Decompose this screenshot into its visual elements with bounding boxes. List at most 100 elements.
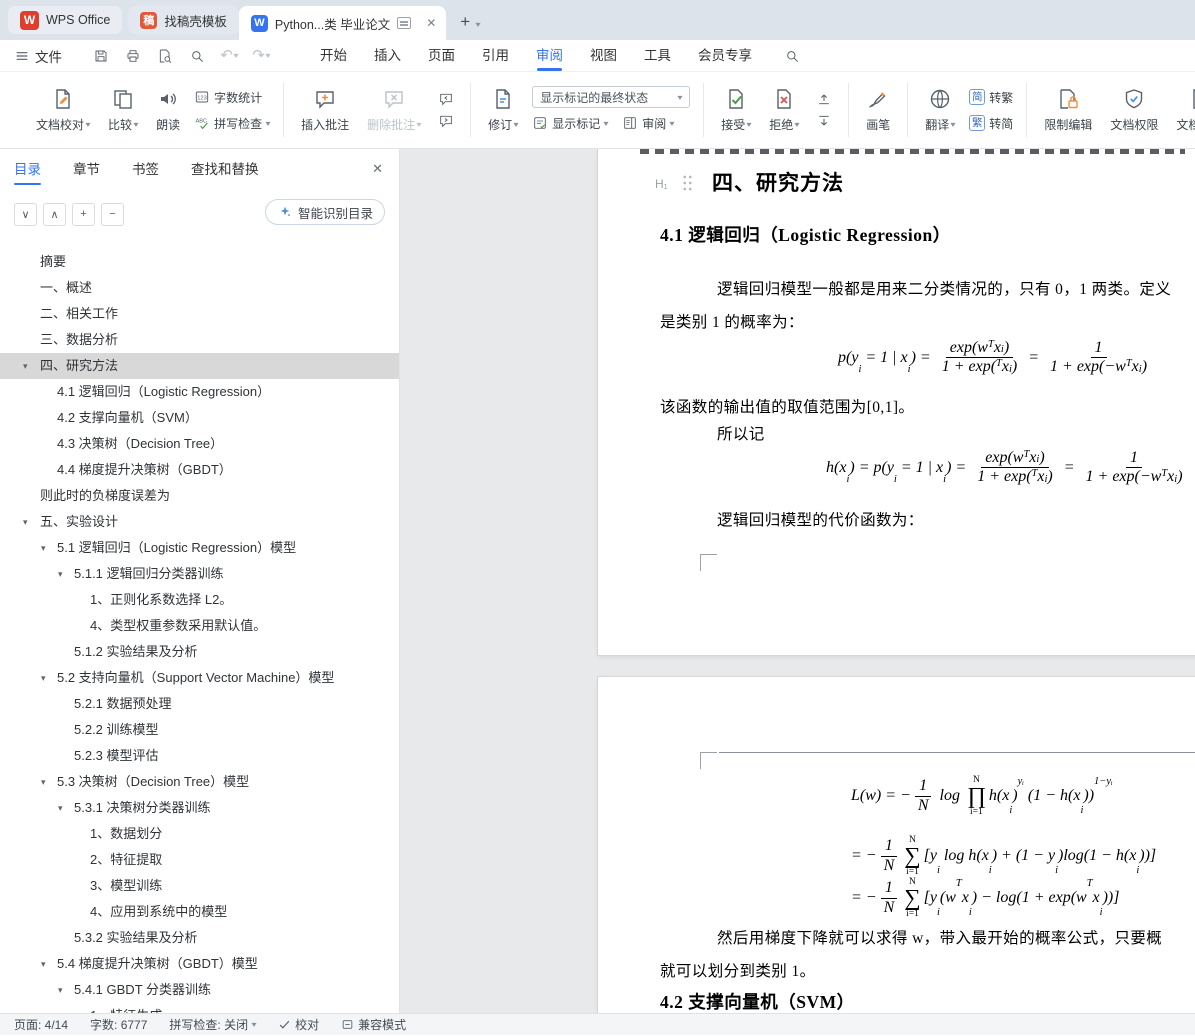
- menu-tab-view[interactable]: 视图: [590, 40, 617, 72]
- toc-item[interactable]: 4.1 逻辑回归（Logistic Regression）: [0, 379, 399, 405]
- document-page-1[interactable]: H₁ 四、研究方法 4.1 逻辑回归（Logistic Regression） …: [598, 149, 1195, 655]
- doc-finalize-button[interactable]: 文档定稿: [1168, 83, 1195, 137]
- print-button[interactable]: [120, 45, 146, 67]
- translate-button[interactable]: 翻译 ▾: [917, 83, 963, 137]
- toc-expand-arrow[interactable]: ▾: [41, 951, 46, 977]
- doc-permission-button[interactable]: 文档权限: [1102, 83, 1166, 137]
- tab-wps-home[interactable]: W WPS Office: [8, 6, 123, 34]
- toc-item[interactable]: 则此时的负梯度误差为: [0, 483, 399, 509]
- toc-item[interactable]: 4.3 决策树（Decision Tree）: [0, 431, 399, 457]
- redo-button[interactable]: ↷ ▾: [248, 45, 274, 67]
- word-count-button[interactable]: 字数统计: [194, 86, 270, 108]
- smart-toc-button[interactable]: 智能识别目录: [264, 199, 385, 225]
- toc-expand-arrow[interactable]: ▾: [58, 561, 63, 587]
- toc-item[interactable]: 4.4 梯度提升决策树（GBDT）: [0, 457, 399, 483]
- drag-handle-icon[interactable]: [682, 174, 693, 191]
- status-page-indicator[interactable]: 页面: 4/14: [14, 1016, 68, 1033]
- menu-tab-start[interactable]: 开始: [320, 40, 347, 72]
- toc-item[interactable]: ▾ 5.1.1 逻辑回归分类器训练: [0, 561, 399, 587]
- menu-tab-page[interactable]: 页面: [428, 40, 455, 72]
- traditional-to-simplified-button[interactable]: 繁 转简: [969, 112, 1013, 134]
- restrict-editing-button[interactable]: 限制编辑: [1036, 83, 1100, 137]
- tab-close-button[interactable]: ✕: [424, 16, 438, 30]
- toc-item[interactable]: 5.1.2 实验结果及分析: [0, 639, 399, 665]
- toc-item[interactable]: ▾ 5.4.1 GBDT 分类器训练: [0, 977, 399, 1003]
- toc-item[interactable]: ▾ 5.3 决策树（Decision Tree）模型: [0, 769, 399, 795]
- insert-comment-button[interactable]: 插入批注: [293, 83, 357, 137]
- previous-comment-button[interactable]: [435, 89, 457, 109]
- toc-item[interactable]: ▾ 5.4 梯度提升决策树（GBDT）模型: [0, 951, 399, 977]
- status-proofing[interactable]: 校对: [278, 1016, 319, 1033]
- toc-item[interactable]: 5.2.1 数据预处理: [0, 691, 399, 717]
- toc-item[interactable]: 2、特征提取: [0, 847, 399, 873]
- save-button[interactable]: [88, 45, 114, 67]
- toc-expand-arrow[interactable]: ▾: [41, 665, 46, 691]
- toc-expand-arrow[interactable]: ▾: [41, 535, 46, 561]
- menu-tab-reference[interactable]: 引用: [482, 40, 509, 72]
- toc-item[interactable]: ▾ 四、研究方法: [0, 353, 399, 379]
- toc-item[interactable]: 1、特征生成: [0, 1003, 399, 1013]
- toc-item[interactable]: 5.3.2 实验结果及分析: [0, 925, 399, 951]
- toc-item[interactable]: 4、应用到系统中的模型: [0, 899, 399, 925]
- tab-thesis-doc[interactable]: W Python...类 毕业论文 ✕: [238, 6, 447, 40]
- toc-expand-arrow[interactable]: ▾: [23, 509, 28, 535]
- sidebar-tab-toc[interactable]: 目录: [14, 149, 41, 191]
- sidebar-tab-bookmark[interactable]: 书签: [132, 149, 159, 191]
- toc-item[interactable]: 摘要: [0, 249, 399, 275]
- previous-change-button[interactable]: [813, 89, 835, 109]
- sidebar-tab-find-replace[interactable]: 查找和替换: [191, 149, 259, 191]
- print-preview-button[interactable]: [152, 45, 178, 67]
- show-markup-button[interactable]: 显示标记 ▾: [532, 112, 609, 134]
- accept-button[interactable]: 接受 ▾: [713, 83, 759, 137]
- undo-button[interactable]: ↶ ▾: [216, 45, 242, 67]
- toc-item[interactable]: 5.2.3 模型评估: [0, 743, 399, 769]
- menu-tab-review[interactable]: 审阅: [536, 40, 563, 72]
- next-comment-button[interactable]: [435, 111, 457, 131]
- spell-check-button[interactable]: 拼写检查 ▾: [194, 112, 271, 134]
- toc-collapse-button[interactable]: ∨: [14, 202, 37, 226]
- simplified-to-traditional-button[interactable]: 简 转繁: [969, 86, 1013, 108]
- tab-template-doc[interactable]: 稿 找稿壳模板: [128, 6, 239, 34]
- tab-list-button[interactable]: ▾: [476, 20, 481, 29]
- toc-item[interactable]: ▾ 5.1 逻辑回归（Logistic Regression）模型: [0, 535, 399, 561]
- toc-item[interactable]: 1、正则化系数选择 L2。: [0, 587, 399, 613]
- toc-item[interactable]: 5.2.2 训练模型: [0, 717, 399, 743]
- toc-item[interactable]: 3、模型训练: [0, 873, 399, 899]
- toc-item[interactable]: 二、相关工作: [0, 301, 399, 327]
- delete-comment-button[interactable]: 删除批注 ▾: [359, 83, 429, 137]
- toc-item[interactable]: 4.2 支撑向量机（SVM）: [0, 405, 399, 431]
- status-word-count[interactable]: 字数: 6777: [90, 1016, 147, 1033]
- new-tab-button[interactable]: +: [460, 12, 470, 32]
- toc-item[interactable]: 1、数据划分: [0, 821, 399, 847]
- status-spell-check[interactable]: 拼写检查: 关闭 ▾: [169, 1016, 256, 1033]
- toc-expand-arrow[interactable]: ▾: [58, 977, 63, 1003]
- toc-item[interactable]: ▾ 5.3.1 决策树分类器训练: [0, 795, 399, 821]
- toc-expand-arrow[interactable]: ▾: [23, 353, 28, 379]
- read-aloud-button[interactable]: 朗读: [148, 83, 188, 137]
- sidebar-tab-chapter[interactable]: 章节: [73, 149, 100, 191]
- toc-zoom-out-button[interactable]: −: [101, 202, 124, 226]
- menu-tab-insert[interactable]: 插入: [374, 40, 401, 72]
- toc-expand-arrow[interactable]: ▾: [58, 795, 63, 821]
- review-pane-button[interactable]: 审阅 ▾: [622, 112, 675, 134]
- toc-item[interactable]: 三、数据分析: [0, 327, 399, 353]
- toc-expand-arrow[interactable]: ▾: [41, 769, 46, 795]
- toc-item[interactable]: 一、概述: [0, 275, 399, 301]
- doc-proofing-button[interactable]: 文档校对 ▾: [28, 83, 98, 137]
- find-replace-button[interactable]: [184, 45, 210, 67]
- menu-tab-membership[interactable]: 会员专享: [698, 40, 752, 72]
- search-icon[interactable]: [784, 48, 800, 64]
- compare-button[interactable]: 比较 ▾: [100, 83, 146, 137]
- sidebar-close-icon[interactable]: ✕: [372, 161, 383, 177]
- track-changes-button[interactable]: 修订 ▾: [480, 83, 526, 137]
- menu-tab-tools[interactable]: 工具: [644, 40, 671, 72]
- toc-item[interactable]: 4、类型权重参数采用默认值。: [0, 613, 399, 639]
- toc-item[interactable]: ▾ 5.2 支持向量机（Support Vector Machine）模型: [0, 665, 399, 691]
- next-change-button[interactable]: [813, 111, 835, 131]
- markup-state-select[interactable]: 显示标记的最终状态 ▾: [532, 86, 691, 108]
- toc-item[interactable]: ▾ 五、实验设计: [0, 509, 399, 535]
- file-menu-button[interactable]: 文件: [0, 46, 72, 66]
- toc-expand-button[interactable]: ∧: [43, 202, 66, 226]
- pen-button[interactable]: 画笔: [858, 83, 898, 137]
- toc-zoom-in-button[interactable]: +: [72, 202, 95, 226]
